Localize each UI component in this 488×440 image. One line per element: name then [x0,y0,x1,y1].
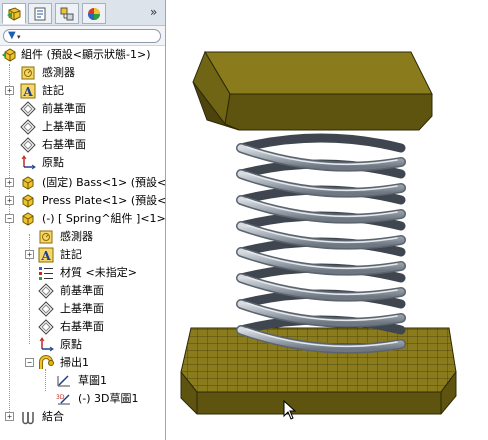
tree-item-label: 掃出1 [60,356,89,369]
tree-item-label: 前基準面 [60,284,104,297]
tree-item-label: 右基準面 [42,138,86,151]
feature-tree: 組件 (預設<顯示狀態-1>) 感測器 + A 註記 前基準面 上基準面 右基準… [0,46,166,440]
tree-item-label: 組件 (預設<顯示狀態-1>) [21,48,151,61]
sketch-icon [57,375,70,387]
plane-icon [38,283,54,299]
plane-icon [20,137,36,153]
plane-icon [38,301,54,317]
tree-item-label: 上基準面 [60,302,104,315]
tree-item-component-press-plate[interactable]: + Press Plate<1> (預設< [0,192,166,210]
annotation-icon: A [20,83,36,99]
tree-item-spring-material[interactable]: 材質 <未指定> [0,264,165,282]
part-icon [22,176,34,190]
tree-item-root-assembly[interactable]: 組件 (預設<顯示狀態-1>) [0,46,165,64]
annotation-icon: A [38,247,54,263]
tree-item-label: 原點 [60,338,82,351]
tab-display-manager[interactable] [82,3,106,24]
tree-item-label: (-) 3D草圖1 [78,392,139,405]
tree-item-mates[interactable]: + 結合 [0,408,165,426]
feature-tree-icon [7,6,21,21]
spring-coil[interactable] [236,133,406,354]
tree-item-component-bass[interactable]: + (固定) Bass<1> (預設< [0,174,166,192]
feature-manager-panel: » ▼ ▾ 組件 (預設<顯示狀態-1>) 感測器 + A 註記 前基準面 上基… [0,0,166,440]
filter-icon: ▼ [8,30,16,41]
tree-item-label: Press Plate<1> (預設< [42,194,166,207]
sensor-icon [21,66,35,80]
expand-icon[interactable]: + [5,86,14,95]
tree-item-origin[interactable]: 原點 [0,154,165,172]
tree-item-label: 註記 [42,84,64,97]
tree-item-label: 材質 <未指定> [60,266,137,279]
tree-item-label: 右基準面 [60,320,104,333]
tree-item-label: 感測器 [60,230,93,243]
tree-item-annotations[interactable]: + A 註記 [0,82,165,100]
base-plate[interactable] [180,327,457,415]
tree-item-label: 草圖1 [78,374,107,387]
assembly-icon [2,48,16,62]
subassembly-icon [22,212,34,226]
tree-item-spring-front-plane[interactable]: 前基準面 [0,282,165,300]
tree-item-label: 結合 [42,410,64,423]
chevron-down-icon: ▾ [17,33,21,41]
origin-icon [39,337,54,352]
expand-icon[interactable]: + [25,250,34,259]
collapse-icon[interactable]: − [25,358,34,367]
tab-configuration-manager[interactable] [55,3,79,24]
tree-item-sensors[interactable]: 感測器 [0,64,165,82]
tree-item-label: 上基準面 [42,120,86,133]
tree-item-front-plane[interactable]: 前基準面 [0,100,165,118]
filter-row: ▼ ▾ [0,26,165,46]
tree-item-label: (固定) Bass<1> (預設< [42,176,166,189]
tree-item-sketch[interactable]: 草圖1 [0,372,165,390]
part-icon [22,194,34,208]
configuration-manager-icon [60,7,74,20]
tree-item-spring-right-plane[interactable]: 右基準面 [0,318,165,336]
origin-icon [21,155,36,170]
graphics-area[interactable] [167,0,488,440]
press-plate[interactable] [192,50,433,131]
tree-item-3d-sketch[interactable]: 3D (-) 3D草圖1 [0,390,165,408]
panel-tab-bar: » [0,0,165,26]
svg-text:A: A [22,85,33,99]
plane-icon [20,119,36,135]
property-manager-icon [34,7,46,20]
tree-item-label: (-) [ Spring^組件 ]<1> [42,212,166,225]
mouse-cursor-icon [283,400,297,420]
tree-item-right-plane[interactable]: 右基準面 [0,136,165,154]
assembly-model-view [180,50,457,415]
sensor-icon [39,230,53,244]
tree-item-label: 感測器 [42,66,75,79]
material-icon [39,267,53,280]
sweep-feature-icon [39,355,54,369]
collapse-icon[interactable]: − [5,214,14,223]
expand-icon[interactable]: + [5,178,14,187]
tree-item-top-plane[interactable]: 上基準面 [0,118,165,136]
display-manager-icon [88,7,100,20]
more-tabs-button[interactable]: » [150,5,157,19]
tree-item-spring-annotations[interactable]: + A 註記 [0,246,165,264]
expand-icon[interactable]: + [5,196,14,205]
mates-icon [22,412,34,425]
tab-property-manager[interactable] [28,3,52,24]
tree-item-spring-top-plane[interactable]: 上基準面 [0,300,165,318]
tree-item-sweep[interactable]: − 掃出1 [0,354,165,372]
tree-item-spring-sensors[interactable]: 感測器 [0,228,165,246]
tree-filter-input[interactable]: ▼ ▾ [3,29,161,43]
tree-item-label: 前基準面 [42,102,86,115]
tree-item-spring-origin[interactable]: 原點 [0,336,165,354]
3d-sketch-icon: 3D [56,394,70,405]
tab-feature-manager[interactable] [2,3,26,24]
svg-text:A: A [40,249,51,263]
plane-icon [20,101,36,117]
tree-item-label: 原點 [42,156,64,169]
plane-icon [38,319,54,335]
tree-item-label: 註記 [60,248,82,261]
expand-icon[interactable]: + [5,412,14,421]
tree-item-component-spring[interactable]: − (-) [ Spring^組件 ]<1> [0,210,166,228]
